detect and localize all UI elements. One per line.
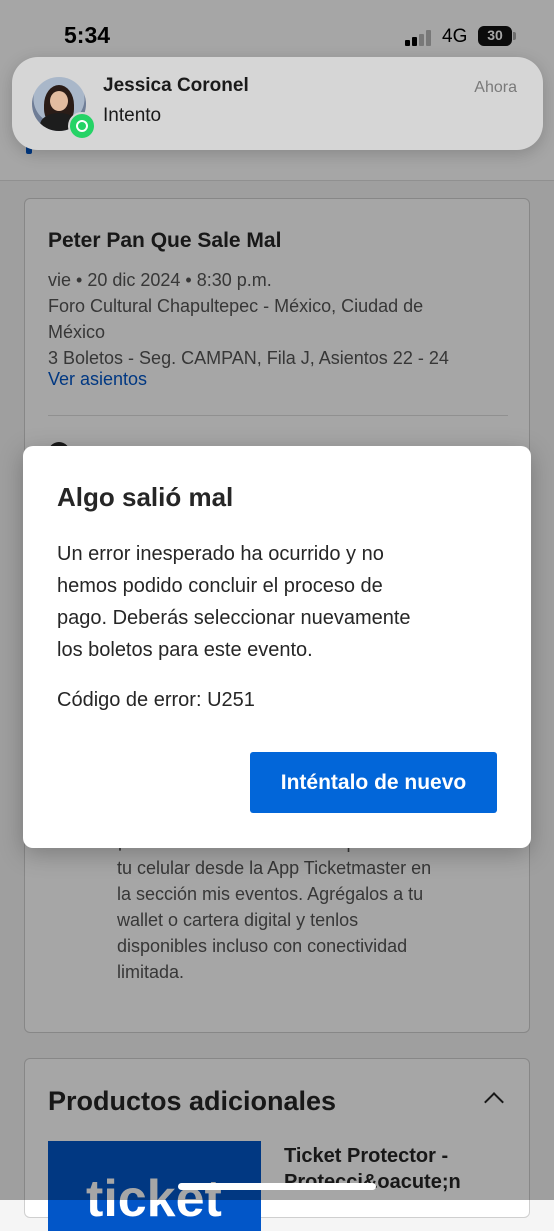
error-code: Código de error: U251	[57, 689, 255, 711]
retry-button[interactable]: Inténtalo de nuevo	[250, 752, 497, 813]
dialog-title: Algo salió mal	[57, 482, 234, 512]
whatsapp-notification[interactable]: Jessica Coronel Intento Ahora	[12, 57, 543, 150]
home-indicator[interactable]	[178, 1183, 376, 1190]
dialog-message-line: Un error inesperado ha ocurrido y no	[57, 543, 384, 565]
error-dialog: Algo salió mal Un error inesperado ha oc…	[23, 446, 531, 848]
notification-message: Intento	[103, 105, 162, 126]
dialog-message: Un error inesperado ha ocurrido y no hem…	[57, 538, 497, 666]
notification-time: Ahora	[474, 79, 517, 96]
dialog-message-line: los boletos para este evento.	[57, 639, 313, 661]
dialog-message-line: hemos podido concluir el proceso de	[57, 575, 383, 597]
whatsapp-icon	[68, 112, 96, 140]
notification-sender: Jessica Coronel	[103, 75, 249, 96]
dialog-message-line: pago. Deberás seleccionar nuevamente	[57, 607, 411, 629]
